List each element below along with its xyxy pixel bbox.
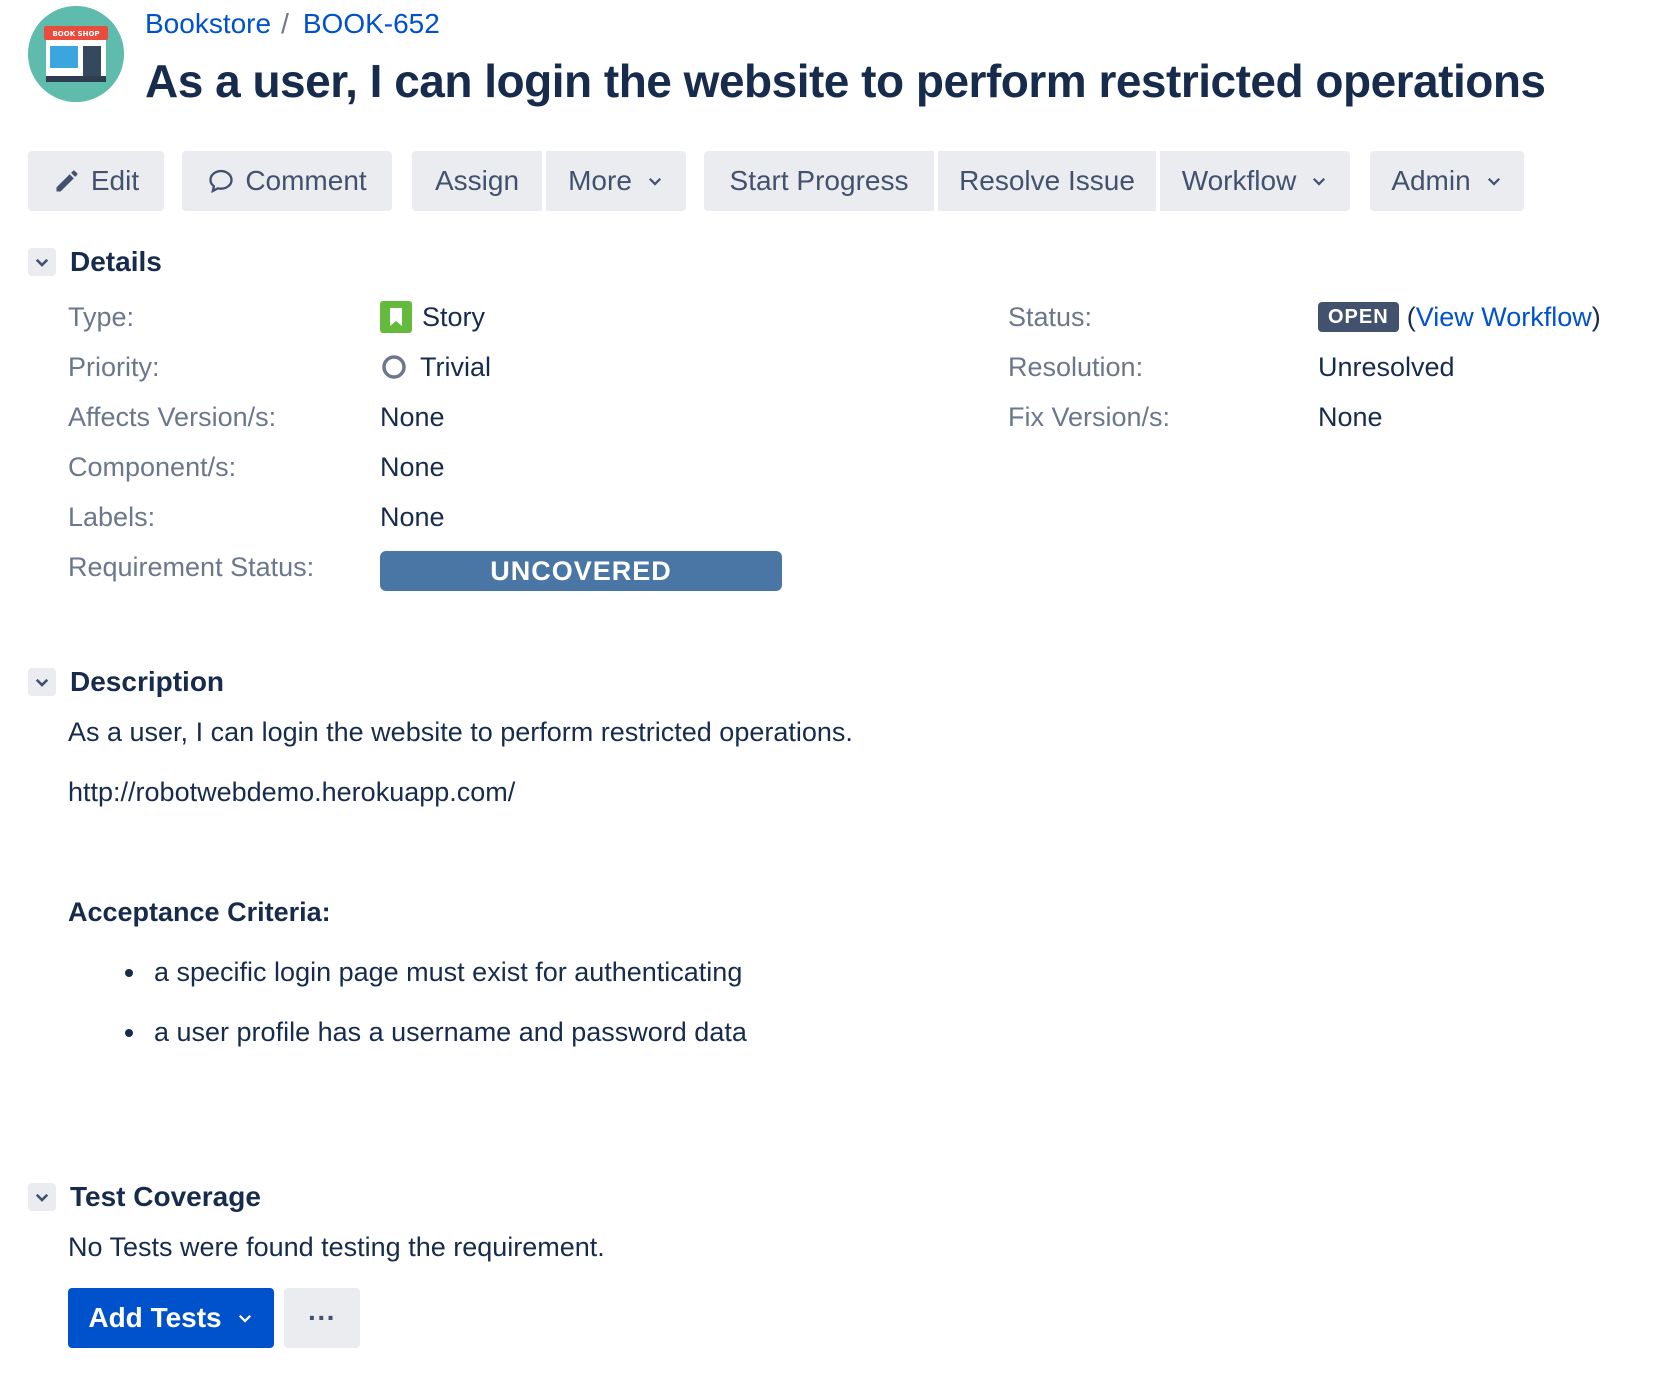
acceptance-criteria-heading: Acceptance Criteria: (68, 897, 331, 927)
test-coverage-section-header[interactable]: Test Coverage (28, 1179, 261, 1215)
component-value: None (380, 452, 445, 482)
labels-value: None (380, 502, 445, 532)
start-progress-label: Start Progress (729, 165, 909, 196)
more-label: More (568, 165, 632, 196)
view-workflow-link[interactable]: View Workflow (1416, 300, 1592, 334)
list-item: a user profile has a username and passwo… (148, 1015, 747, 1049)
details-section-header[interactable]: Details (28, 244, 162, 280)
add-tests-button[interactable]: Add Tests (68, 1288, 274, 1348)
view-workflow-paren-close: ) (1591, 302, 1601, 332)
chevron-down-icon (1310, 172, 1328, 190)
details-heading: Details (70, 246, 162, 277)
acceptance-criteria-list: a specific login page must exist for aut… (118, 955, 747, 1075)
status-label: Status: (1008, 302, 1093, 332)
priority-label: Priority: (68, 352, 160, 382)
breadcrumb-project-link[interactable]: Bookstore (145, 8, 271, 39)
test-coverage-heading: Test Coverage (70, 1181, 261, 1212)
type-text: Story (422, 302, 486, 332)
type-value: Story (380, 300, 485, 334)
chevron-down-icon[interactable] (28, 668, 56, 696)
requirement-status-badge: UNCOVERED (380, 551, 782, 591)
start-progress-button[interactable]: Start Progress (704, 151, 934, 211)
requirement-status-label: Requirement Status: (68, 552, 315, 582)
list-item: a specific login page must exist for aut… (148, 955, 747, 989)
ellipsis-icon: ··· (308, 1302, 336, 1333)
assign-button[interactable]: Assign (412, 151, 542, 211)
shop-icon: BOOK SHOP (28, 6, 124, 102)
breadcrumb-separator: / (281, 8, 289, 39)
description-text: As a user, I can login the website to pe… (68, 717, 853, 747)
workflow-button[interactable]: Workflow (1160, 151, 1350, 211)
chevron-down-icon[interactable] (28, 1183, 56, 1211)
test-coverage-text: No Tests were found testing the requirem… (68, 1232, 605, 1262)
comment-button[interactable]: Comment (182, 151, 392, 211)
chevron-down-icon[interactable] (28, 248, 56, 276)
type-label: Type: (68, 302, 135, 332)
component-label: Component/s: (68, 452, 237, 482)
edit-label: Edit (90, 165, 140, 196)
resolve-issue-label: Resolve Issue (959, 165, 1135, 196)
affects-version-value: None (380, 402, 445, 432)
status-badge: OPEN (1318, 302, 1399, 332)
resolution-value: Unresolved (1318, 352, 1455, 382)
avatar-sign: BOOK SHOP (52, 30, 99, 38)
description-heading: Description (70, 666, 225, 697)
story-icon (380, 301, 412, 333)
fix-version-value: None (1318, 402, 1383, 432)
more-actions-button[interactable]: ··· (284, 1288, 360, 1348)
labels-label: Labels: (68, 502, 156, 532)
workflow-label: Workflow (1181, 165, 1297, 196)
add-tests-label: Add Tests (88, 1302, 222, 1333)
admin-label: Admin (1391, 165, 1471, 196)
page-title: As a user, I can login the website to pe… (145, 55, 1546, 107)
resolution-label: Resolution: (1008, 352, 1144, 382)
chevron-down-icon (646, 172, 664, 190)
comment-icon (207, 167, 235, 195)
assign-label: Assign (434, 165, 520, 196)
priority-value: Trivial (380, 350, 491, 384)
affects-version-label: Affects Version/s: (68, 402, 277, 432)
pencil-icon (53, 167, 81, 195)
breadcrumb: Bookstore / BOOK-652 (145, 6, 440, 42)
description-link[interactable]: http://robotwebdemo.herokuapp.com/ (68, 775, 515, 809)
edit-button[interactable]: Edit (28, 151, 164, 211)
trivial-priority-icon (380, 353, 408, 381)
status-value: OPEN (View Workflow) (1318, 300, 1601, 334)
priority-text: Trivial (420, 352, 491, 382)
chevron-down-icon (1485, 172, 1503, 190)
chevron-down-icon (236, 1309, 254, 1327)
more-button[interactable]: More (546, 151, 686, 211)
resolve-issue-button[interactable]: Resolve Issue (938, 151, 1156, 211)
view-workflow-paren-open: ( (1406, 302, 1416, 332)
admin-button[interactable]: Admin (1370, 151, 1524, 211)
breadcrumb-issue-key[interactable]: BOOK-652 (303, 8, 440, 39)
description-section-header[interactable]: Description (28, 664, 224, 700)
fix-version-label: Fix Version/s: (1008, 402, 1171, 432)
project-avatar[interactable]: BOOK SHOP (28, 6, 124, 102)
comment-label: Comment (245, 165, 367, 196)
